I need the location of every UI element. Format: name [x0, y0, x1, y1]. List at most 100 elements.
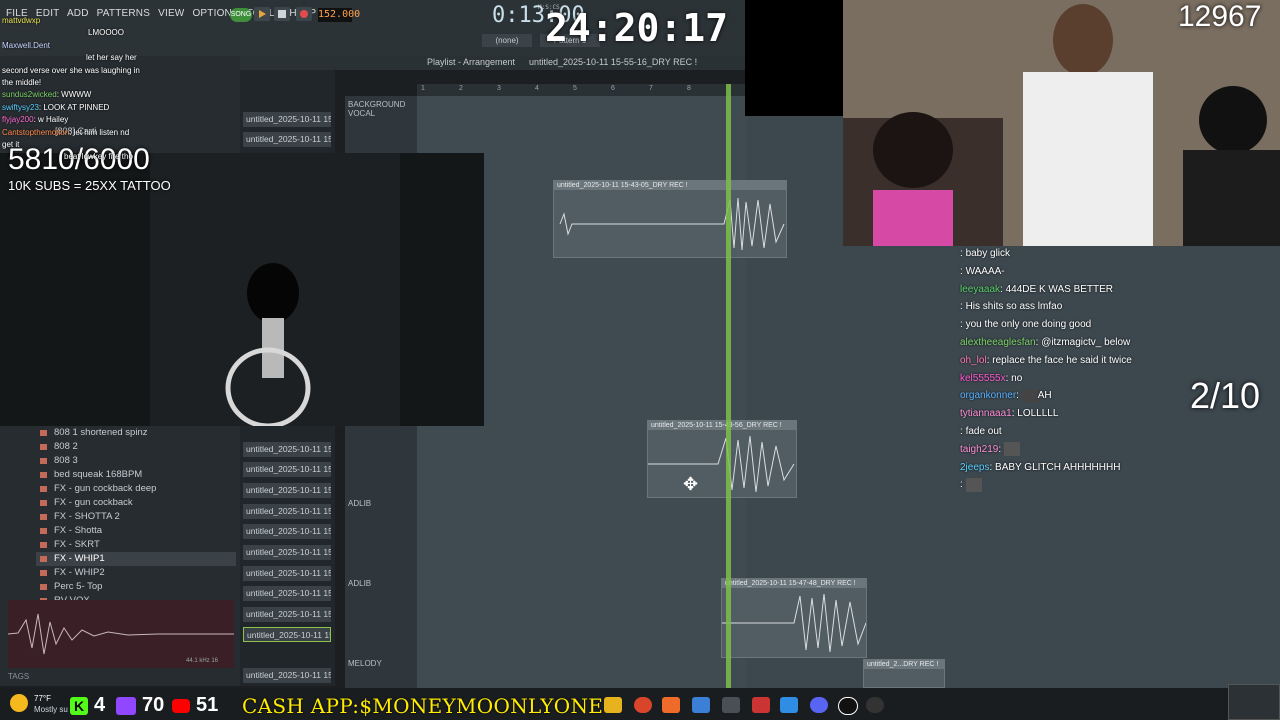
- audio-clip[interactable]: untitled_2...DRY REC !: [863, 659, 945, 688]
- media-play-icon[interactable]: [866, 697, 884, 713]
- channel-item[interactable]: untitled_2025-10-11 15-: [243, 442, 331, 457]
- audio-clip[interactable]: untitled_2025-10-11 15-43-56_DRY REC !: [647, 420, 797, 498]
- chat-text: let her say her: [86, 53, 137, 63]
- capcut-icon[interactable]: [838, 697, 858, 715]
- channel-item-selected[interactable]: untitled_2025-10-11 15-: [243, 627, 331, 642]
- camera-people-image: [843, 0, 1280, 246]
- browser-item[interactable]: 808 2: [36, 440, 236, 454]
- chat-text: replace the face he said it twice: [992, 354, 1132, 366]
- sub-goal-text: 10K SUBS = 25XX TATTOO: [8, 178, 171, 193]
- track-label[interactable]: MELODY: [348, 659, 382, 668]
- chat-message: 2jeeps: BABY GLITCH AHHHHHHH: [960, 461, 1121, 473]
- channel-item[interactable]: untitled_2025-10-11 15-: [243, 524, 331, 539]
- channel-item[interactable]: untitled_2025-10-11 15-: [243, 586, 331, 601]
- browser-item[interactable]: 808 1 shortened spinz: [36, 426, 236, 440]
- weather-temp[interactable]: 77°F: [34, 694, 51, 703]
- webcam-feed: [0, 153, 484, 429]
- browser-item[interactable]: FX - Shotta: [36, 524, 236, 538]
- chat-message: mattvdwxp: [2, 15, 242, 27]
- chrome-icon[interactable]: [634, 697, 652, 713]
- weather-icon: [10, 694, 28, 712]
- channel-item[interactable]: untitled_2025-10-11 15-: [243, 132, 331, 147]
- timeline-ruler[interactable]: 1 2 3 4 5 6 7 8: [417, 84, 746, 96]
- play-icon: [259, 10, 266, 18]
- chat-text: WAAAA-: [965, 265, 1005, 277]
- chat-username: alextheeaglesfan: [960, 336, 1036, 348]
- tempo-display[interactable]: 152.000: [318, 8, 360, 22]
- chat-username: Maxwell.Dent: [2, 40, 51, 50]
- playlist-breadcrumb: Playlist - Arrangement: [427, 57, 516, 67]
- channel-item[interactable]: untitled_2025-10-11 15-: [243, 545, 331, 560]
- chat-message: alextheeaglesfan: @itzmagictv_ below: [960, 336, 1131, 348]
- ruler-number: 4: [535, 85, 539, 92]
- browser-item[interactable]: FX - gun cockback deep: [36, 482, 236, 496]
- browser-item[interactable]: FX - WHIP2: [36, 566, 236, 580]
- browser-item[interactable]: 808 3: [36, 454, 236, 468]
- ruler-number: 3: [497, 85, 501, 92]
- audio-clip[interactable]: untitled_2025-10-11 15-47-48_DRY REC !: [721, 578, 867, 658]
- chat-message: swiftysy23: LOOK AT PINNED: [2, 102, 110, 112]
- record-icon: [300, 10, 308, 18]
- thumbnail-preview[interactable]: [1228, 684, 1280, 720]
- chat-message: leeyaaak: 444DE K WAS BETTER: [960, 283, 1114, 295]
- ruler-number: 1: [421, 85, 425, 92]
- browser-item[interactable]: FX - SKRT: [36, 538, 236, 552]
- chat-message: flyjay200: w Hailey: [2, 115, 69, 125]
- fl-studio-icon[interactable]: [662, 697, 680, 713]
- chat-text: AH: [1037, 390, 1052, 402]
- browser-item[interactable]: Perc 5- Top: [36, 580, 236, 594]
- ruler-number: 7: [649, 85, 653, 92]
- stop-icon: [278, 10, 286, 18]
- store-icon[interactable]: [692, 697, 710, 713]
- emote-icon: [1021, 388, 1038, 403]
- chat-text: w Hailey: [38, 115, 69, 125]
- ruler-number: 5: [573, 85, 577, 92]
- taskbar-app-icon[interactable]: [722, 697, 740, 713]
- audio-clip[interactable]: untitled_2025-10-11 15-43-05_DRY REC !: [553, 180, 787, 258]
- chat-username: organkonner: [960, 390, 1017, 402]
- youtube-viewer-count: 51: [196, 694, 219, 716]
- weather-desc[interactable]: Mostly su: [34, 705, 68, 714]
- playlist-titlebar: Playlist - Arrangement untitled_2025-10-…: [240, 56, 745, 70]
- chat-message: Maxwell.Dent: [2, 40, 242, 52]
- stream-timer: 24:20:17: [545, 6, 729, 50]
- browser-item[interactable]: bed squeak 168BPM: [36, 468, 236, 482]
- clip-waveform: [559, 197, 785, 251]
- play-button[interactable]: [254, 7, 270, 21]
- microphone-image: [0, 153, 484, 429]
- record-button[interactable]: [296, 7, 312, 21]
- clip-title: untitled_2...DRY REC !: [864, 660, 944, 669]
- channel-item[interactable]: untitled_2025-10-11 15-: [243, 668, 331, 683]
- kick-icon: K: [70, 697, 88, 715]
- track-label[interactable]: BACKGROUND VOCAL: [348, 100, 417, 118]
- browser-item-selected[interactable]: FX - WHIP1: [36, 552, 236, 566]
- channel-item[interactable]: untitled_2025-10-11 15-: [243, 566, 331, 581]
- project-name: untitled_2025-10-11 15-55-16_DRY REC !: [529, 57, 698, 67]
- discord-icon[interactable]: [810, 697, 828, 713]
- chat-message: beat lowkey fire tho: [2, 151, 242, 163]
- chat-text: LOLLLLL: [1017, 408, 1059, 420]
- channel-item[interactable]: untitled_2025-10-11 15-: [243, 462, 331, 477]
- twitch-viewer-count: 70: [142, 694, 165, 716]
- channel-item[interactable]: untitled_2025-10-11 15-: [243, 504, 331, 519]
- channel-item[interactable]: untitled_2025-10-11 15-: [243, 112, 331, 127]
- channel-item[interactable]: untitled_2025-10-11 15-: [243, 607, 331, 622]
- browser-item[interactable]: FX - gun cockback: [36, 496, 236, 510]
- chat-message: the middle!: [2, 77, 242, 89]
- browser-item[interactable]: FX - SHOTTA 2: [36, 510, 236, 524]
- mail-icon[interactable]: [780, 697, 798, 713]
- chat-username: tytiannaaa1: [960, 408, 1012, 420]
- file-explorer-icon[interactable]: [604, 697, 622, 713]
- channel-item[interactable]: untitled_2025-10-11 15-: [243, 483, 331, 498]
- track-label[interactable]: ADLIB: [348, 579, 371, 588]
- track-label[interactable]: ADLIB: [348, 499, 371, 508]
- chat-username: mattvdwxp: [2, 16, 41, 25]
- pattern-select[interactable]: (none): [482, 34, 532, 47]
- clip-waveform: [722, 593, 866, 653]
- twitch-icon: [116, 697, 136, 715]
- playhead[interactable]: [726, 84, 731, 688]
- stop-button[interactable]: [274, 7, 290, 21]
- obs-icon[interactable]: [752, 697, 770, 713]
- chat-text: you the only one doing good: [965, 319, 1092, 331]
- ruler-number: 2: [459, 85, 463, 92]
